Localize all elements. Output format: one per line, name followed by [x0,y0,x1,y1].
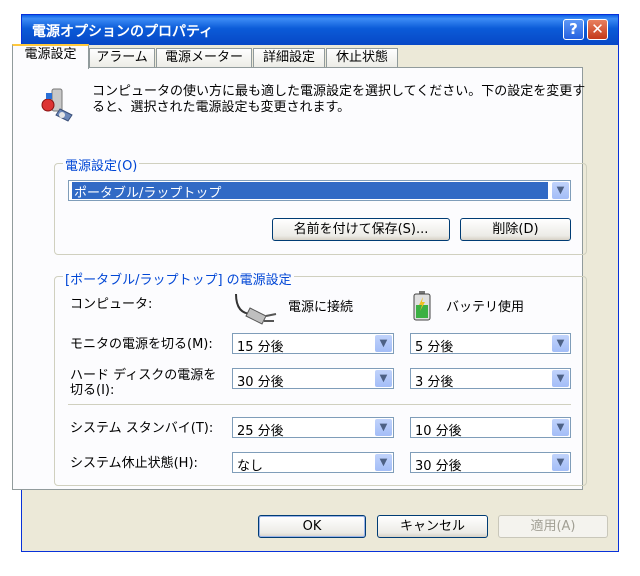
apply-button[interactable]: 適用(A) [498,515,608,538]
power-scheme-group-label: 電源設定(O) [63,155,140,174]
chevron-down-icon[interactable]: ▼ [552,454,569,471]
cancel-button[interactable]: キャンセル [377,515,488,538]
chevron-down-icon[interactable]: ▼ [552,370,569,387]
settings-divider [68,404,571,405]
computer-label: コンピュータ: [70,297,153,312]
standby-dc-select[interactable]: 10 分後 ▼ [410,417,571,439]
chevron-down-icon[interactable]: ▼ [552,182,569,199]
standby-label: システム スタンバイ(T): [70,421,214,436]
close-button[interactable]: ✕ [587,19,608,40]
hibernate-ac-value: なし [237,459,264,474]
battery-icon [413,291,431,321]
help-button[interactable]: ? [563,19,584,40]
power-options-icon [41,88,73,122]
title-bar[interactable]: 電源オプションのプロパティ ? ✕ [22,15,618,45]
standby-ac-select[interactable]: 25 分後 ▼ [232,417,394,439]
chevron-down-icon[interactable]: ▼ [375,419,392,436]
tab-alarms[interactable]: アラーム [89,48,155,68]
chevron-down-icon[interactable]: ▼ [375,370,392,387]
chevron-down-icon[interactable]: ▼ [375,335,392,352]
settings-group-label: [ポータブル/ラップトップ] の電源設定 [63,269,294,288]
monitor-off-ac-select[interactable]: 15 分後 ▼ [232,333,394,355]
hard-disk-off-dc-value: 3 分後 [415,375,454,390]
tab-advanced[interactable]: 詳細設定 [253,48,325,68]
standby-dc-value: 10 分後 [415,424,462,439]
power-scheme-select[interactable]: ポータブル/ラップトップ ▼ [68,180,571,201]
hard-disk-off-label: ハード ディスクの電源を切る(I): [70,368,217,398]
hibernate-dc-value: 30 分後 [415,459,462,474]
delete-button[interactable]: 削除(D) [460,218,571,241]
hibernate-ac-select[interactable]: なし ▼ [232,452,394,474]
plugged-in-header: 電源に接続 [288,300,354,315]
hibernate-dc-select[interactable]: 30 分後 ▼ [410,452,571,474]
hard-disk-off-ac-select[interactable]: 30 分後 ▼ [232,368,394,390]
monitor-off-ac-value: 15 分後 [237,340,284,355]
power-scheme-group [54,163,587,255]
chevron-down-icon[interactable]: ▼ [375,454,392,471]
standby-ac-value: 25 分後 [237,424,284,439]
monitor-off-label: モニタの電源を切る(M): [70,337,213,352]
chevron-down-icon[interactable]: ▼ [552,419,569,436]
description-text: コンピュータの使い方に最も適した電源設定を選択してください。下の設定を変更すると… [92,84,586,115]
power-scheme-value: ポータブル/ラップトップ [72,182,548,201]
ok-button[interactable]: OK [258,515,366,538]
tab-power-meter[interactable]: 電源メーター [156,48,252,68]
plug-icon [235,293,277,325]
hard-disk-off-dc-select[interactable]: 3 分後 ▼ [410,368,571,390]
chevron-down-icon[interactable]: ▼ [552,335,569,352]
tab-hibernate[interactable]: 休止状態 [326,48,398,68]
window-title: 電源オプションのプロパティ [32,24,214,40]
tab-power-schemes[interactable]: 電源設定 [12,44,89,69]
save-as-button[interactable]: 名前を付けて保存(S)... [272,218,450,241]
monitor-off-dc-select[interactable]: 5 分後 ▼ [410,333,571,355]
battery-header: バッテリ使用 [446,300,525,315]
monitor-off-dc-value: 5 分後 [415,340,454,355]
hard-disk-off-ac-value: 30 分後 [237,375,284,390]
hibernate-label: システム休止状態(H): [70,456,198,471]
